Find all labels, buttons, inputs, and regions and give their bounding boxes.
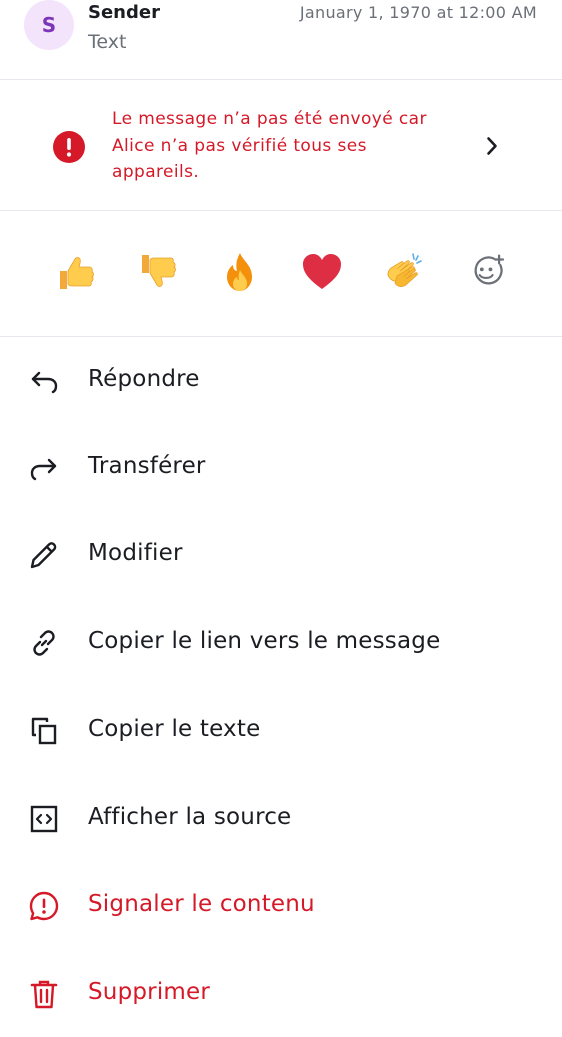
reply-icon xyxy=(31,371,58,394)
add-reaction-button[interactable] xyxy=(462,247,512,297)
timestamp: January 1, 1970 at 12:00 AM xyxy=(299,3,537,22)
warning-line: appareils. xyxy=(112,162,200,182)
link-icon xyxy=(33,630,55,656)
warning-message: Le message n’a pas été envoyé car Alice … xyxy=(112,106,442,186)
quick-reactions xyxy=(0,211,562,337)
message-preview: Text xyxy=(88,31,127,53)
message-header: S Sender Text January 1, 1970 at 12:00 A… xyxy=(0,0,562,80)
pencil-icon xyxy=(30,542,57,569)
menu-item-report[interactable]: Signaler le contenu xyxy=(0,862,562,949)
menu-item-label: Transférer xyxy=(88,453,206,479)
menu-item-view-source[interactable]: Afficher la source xyxy=(0,775,562,862)
clapping-hands-icon xyxy=(387,253,422,287)
forward-icon xyxy=(30,458,57,481)
copy-icon xyxy=(31,717,57,745)
menu-item-label: Supprimer xyxy=(88,979,211,1005)
menu-item-delete[interactable]: Supprimer xyxy=(0,950,562,1037)
sender-name: Sender xyxy=(88,2,160,23)
menu-item-label: Afficher la source xyxy=(88,804,292,830)
menu-item-label: Répondre xyxy=(88,366,200,392)
menu-item-label: Copier le lien vers le message xyxy=(88,628,441,654)
reaction-red-heart[interactable] xyxy=(297,247,347,297)
chevron-right-icon[interactable] xyxy=(480,134,504,158)
report-icon xyxy=(29,891,59,921)
code-icon xyxy=(30,805,58,833)
warning-line: Alice n’a pas vérifié tous ses xyxy=(112,135,367,156)
fire-icon xyxy=(227,253,252,291)
menu-item-copy-link[interactable]: Copier le lien vers le message xyxy=(0,599,562,686)
avatar[interactable]: S xyxy=(24,0,74,50)
menu-item-label: Signaler le contenu xyxy=(88,891,315,917)
unsent-warning[interactable]: Le message n’a pas été envoyé car Alice … xyxy=(0,80,562,211)
menu-item-edit[interactable]: Modifier xyxy=(0,511,562,598)
thumbs-down-icon xyxy=(142,255,176,287)
add-reaction-icon xyxy=(474,254,505,285)
menu-item-label: Copier le texte xyxy=(88,716,261,742)
reaction-clapping-hands[interactable] xyxy=(380,247,430,297)
warning-line: Le message n’a pas été envoyé car xyxy=(112,109,427,129)
trash-icon xyxy=(30,980,58,1009)
menu-item-reply[interactable]: Répondre xyxy=(0,337,562,424)
reaction-fire[interactable] xyxy=(215,247,265,297)
thumbs-up-icon xyxy=(60,257,94,289)
menu-item-label: Modifier xyxy=(88,540,183,566)
reaction-thumbs-down[interactable] xyxy=(133,247,183,297)
reaction-thumbs-up[interactable] xyxy=(51,247,101,297)
red-heart-icon xyxy=(303,254,341,289)
error-icon xyxy=(53,131,85,163)
menu-item-forward[interactable]: Transférer xyxy=(0,424,562,511)
menu-item-copy-text[interactable]: Copier le texte xyxy=(0,687,562,774)
